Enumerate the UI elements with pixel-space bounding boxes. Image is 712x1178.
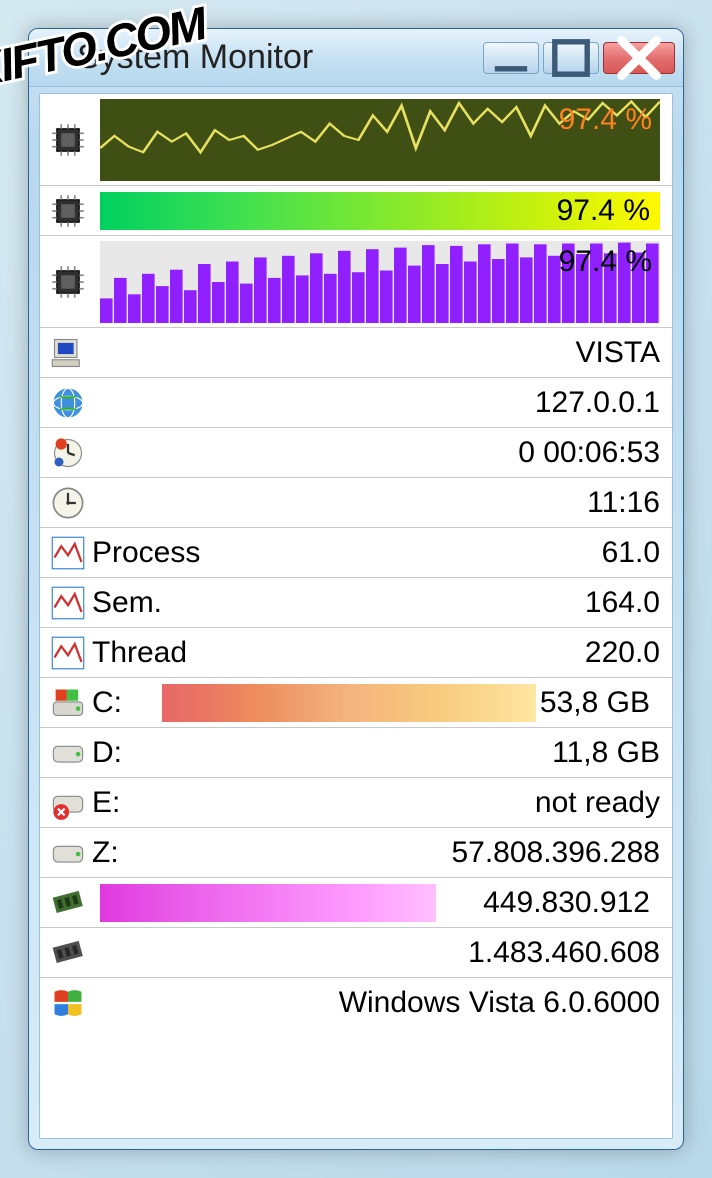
cpu-spectrum-graph: 97.4 %	[100, 241, 660, 323]
drive-z-label: Z:	[92, 836, 119, 870]
drive-c-value: 53,8 GB	[540, 686, 650, 720]
sem-label: Sem.	[92, 586, 162, 620]
thread-value: 220.0	[585, 636, 660, 670]
minimize-button[interactable]	[483, 42, 539, 74]
drive-c-bar: 53,8 GB	[162, 684, 660, 722]
drive-z-row: Z: 57.808.396.288	[40, 828, 672, 878]
clock-row: 11:16	[40, 478, 672, 528]
sem-row: Sem. 164.0	[40, 578, 672, 628]
chart-line-icon	[46, 533, 90, 573]
drive-d-label: D:	[92, 736, 122, 770]
cpu-history-row: 97.4 %	[40, 94, 672, 186]
process-row: Process 61.0	[40, 528, 672, 578]
ram-icon	[46, 883, 90, 923]
hostname-value: VISTA	[576, 336, 660, 370]
drive-d-row: D: 11,8 GB	[40, 728, 672, 778]
hostname-row: VISTA	[40, 328, 672, 378]
swap-row: 1.483.460.608	[40, 928, 672, 978]
thread-row: Thread 220.0	[40, 628, 672, 678]
cpu-spectrum-row: 97.4 %	[40, 236, 672, 328]
drive-icon	[46, 833, 90, 873]
drive-icon	[46, 733, 90, 773]
thread-label: Thread	[92, 636, 187, 670]
cpu-bar-value: 97.4 %	[557, 194, 650, 228]
os-value: Windows Vista 6.0.6000	[339, 986, 660, 1020]
drive-z-value: 57.808.396.288	[451, 836, 660, 870]
network-globe-icon	[46, 383, 90, 423]
process-value: 61.0	[602, 536, 660, 570]
drive-e-row: E: not ready	[40, 778, 672, 828]
sem-value: 164.0	[585, 586, 660, 620]
content-area: 97.4 % 97.4 % 97.4 %	[39, 93, 673, 1139]
process-label: Process	[92, 536, 200, 570]
drive-e-label: E:	[92, 786, 120, 820]
uptime-clock-icon	[46, 433, 90, 473]
cpu-chip-icon	[46, 191, 90, 231]
app-window: System Monitor 97.4 %	[28, 28, 684, 1150]
drive-d-value: 11,8 GB	[552, 736, 660, 770]
uptime-row: 0 00:06:53	[40, 428, 672, 478]
ip-value: 127.0.0.1	[535, 386, 660, 420]
computer-icon	[46, 333, 90, 373]
cpu-history-graph: 97.4 %	[100, 99, 660, 181]
drive-system-icon	[46, 683, 90, 723]
cpu-history-value: 97.4 %	[559, 103, 652, 137]
memory-row: 449.830.912	[40, 878, 672, 928]
maximize-button[interactable]	[543, 42, 599, 74]
drive-c-row: C: 53,8 GB	[40, 678, 672, 728]
chart-line-icon	[46, 633, 90, 673]
os-row: Windows Vista 6.0.6000	[40, 978, 672, 1028]
titlebar[interactable]: System Monitor	[29, 29, 683, 87]
clock-value: 11:16	[587, 486, 660, 520]
uptime-value: 0 00:06:53	[518, 436, 660, 470]
chart-line-icon	[46, 583, 90, 623]
drive-c-label: C:	[92, 686, 142, 720]
cpu-spectrum-value: 97.4 %	[559, 245, 652, 279]
ip-row: 127.0.0.1	[40, 378, 672, 428]
memory-bar: 449.830.912	[100, 884, 660, 922]
swap-value: 1.483.460.608	[468, 936, 660, 970]
cpu-usage-bar: 97.4 %	[100, 192, 660, 230]
swap-ram-icon	[46, 933, 90, 973]
cpu-chip-icon	[46, 262, 90, 302]
drive-error-icon	[46, 783, 90, 823]
window-title: System Monitor	[77, 38, 479, 77]
memory-value: 449.830.912	[483, 886, 650, 920]
cpu-chip-icon	[46, 120, 90, 160]
close-button[interactable]	[603, 42, 675, 74]
clock-icon	[46, 483, 90, 523]
windows-logo-icon	[46, 983, 90, 1023]
drive-e-value: not ready	[535, 786, 660, 820]
cpu-bar-row: 97.4 %	[40, 186, 672, 236]
